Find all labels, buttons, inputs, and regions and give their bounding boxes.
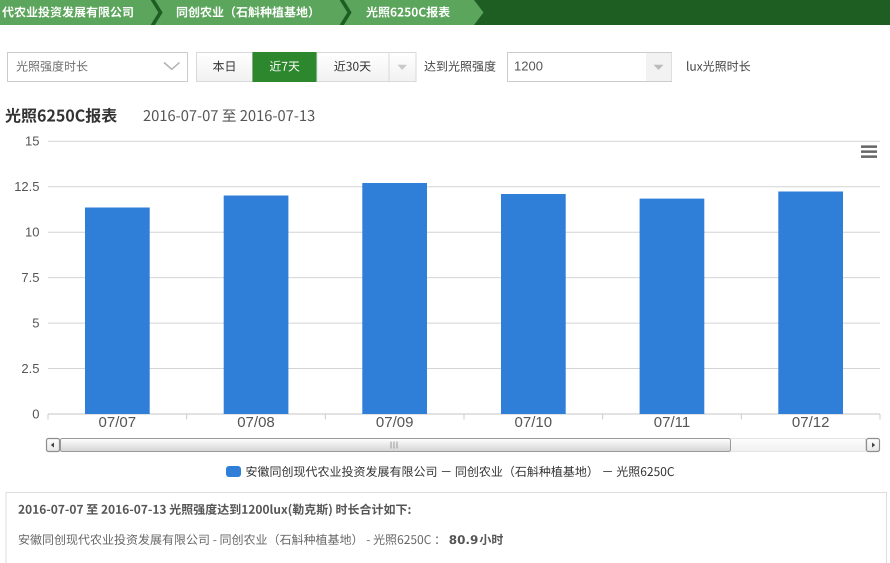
svg-text:07/10: 07/10 bbox=[515, 414, 553, 431]
svg-text:7.5: 7.5 bbox=[21, 270, 39, 285]
svg-text:07/08: 07/08 bbox=[237, 414, 275, 431]
svg-text:07/11: 07/11 bbox=[654, 414, 690, 431]
svg-text:07/12: 07/12 bbox=[792, 414, 830, 431]
svg-text:12.5: 12.5 bbox=[14, 179, 39, 194]
svg-text:15: 15 bbox=[25, 134, 39, 149]
svg-text:1200: 1200 bbox=[514, 59, 543, 74]
svg-text:5: 5 bbox=[32, 315, 39, 330]
svg-text:10: 10 bbox=[25, 225, 39, 240]
svg-text:2.5: 2.5 bbox=[21, 361, 39, 376]
svg-text:07/07: 07/07 bbox=[99, 414, 137, 431]
svg-text:0: 0 bbox=[32, 406, 39, 421]
svg-text:07/09: 07/09 bbox=[376, 414, 414, 431]
